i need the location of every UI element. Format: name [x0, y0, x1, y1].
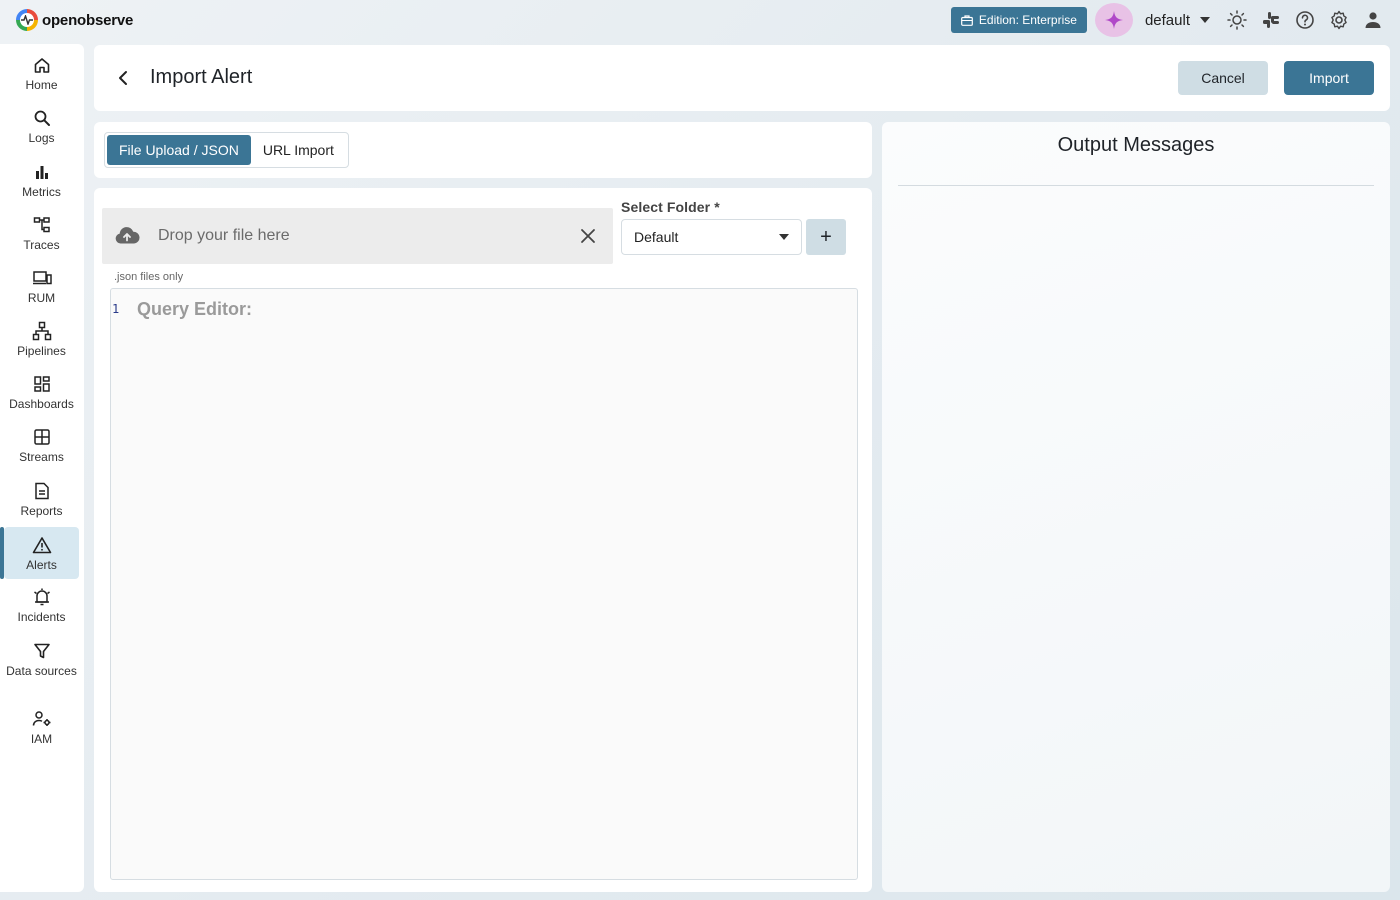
sidebar-item-incidents[interactable]: Incidents [4, 586, 79, 630]
tab-url-import[interactable]: URL Import [251, 135, 346, 165]
cancel-button[interactable]: Cancel [1178, 61, 1268, 95]
edition-pill: Edition: Enterprise [947, 4, 1089, 36]
sidebar-item-streams[interactable]: Streams [4, 426, 79, 470]
user-icon [1365, 12, 1381, 28]
devices-icon [32, 267, 52, 289]
file-dropzone[interactable]: Drop your file here [102, 208, 613, 264]
settings-button[interactable] [1322, 4, 1356, 36]
back-button[interactable] [114, 67, 132, 89]
profile-button[interactable] [1356, 4, 1390, 36]
sidebar-item-rum[interactable]: RUM [4, 267, 79, 311]
sidebar-item-iam[interactable]: IAM [4, 708, 79, 752]
sidebar-item-label: Traces [23, 238, 60, 252]
json-editor[interactable]: 1 Query Editor: [110, 288, 858, 880]
document-icon [34, 480, 50, 502]
sidebar-item-label: Home [25, 78, 58, 92]
edition-button[interactable]: Edition: Enterprise [950, 7, 1087, 33]
sidebar-item-label: Dashboards [9, 397, 74, 411]
tab-file-upload-json[interactable]: File Upload / JSON [107, 135, 251, 165]
sidebar-item-label: Alerts [26, 558, 57, 572]
sidebar-item-pipelines[interactable]: Pipelines [4, 320, 79, 364]
cloud-upload-icon [114, 225, 140, 250]
editor-placeholder: Query Editor: [137, 299, 253, 319]
output-messages-panel: Output Messages [882, 122, 1390, 892]
sparkle-icon [1104, 11, 1123, 29]
sidebar-item-home[interactable]: Home [4, 54, 79, 98]
chevron-down-icon [779, 234, 789, 240]
add-folder-button[interactable]: + [806, 219, 846, 255]
line-number: 1 [112, 302, 120, 316]
page-header: Import Alert Cancel Import [94, 45, 1390, 111]
import-mode-tabs: File Upload / JSON URL Import [104, 132, 349, 168]
sidebar-item-traces[interactable]: Traces [4, 214, 79, 258]
import-mode-card: File Upload / JSON URL Import [94, 122, 872, 178]
chevron-down-icon [1200, 17, 1210, 23]
chevron-left-icon [119, 71, 127, 85]
sidebar-item-label: Data sources [6, 664, 77, 678]
sidebar-item-label: Pipelines [17, 344, 66, 358]
gear-icon [1331, 10, 1347, 30]
sidebar-item-label: Metrics [22, 185, 61, 199]
divider [898, 185, 1374, 186]
theme-toggle-button[interactable] [1220, 4, 1254, 36]
briefcase-icon [960, 14, 973, 26]
alarm-icon [32, 586, 52, 608]
dropzone-label: Drop your file here [158, 227, 290, 244]
edition-label: Edition: Enterprise [978, 13, 1077, 27]
grid-icon [33, 426, 51, 448]
sidebar-item-alerts[interactable]: Alerts [0, 527, 79, 579]
sidebar-item-metrics[interactable]: Metrics [4, 161, 79, 205]
file-type-hint: .json files only [114, 271, 184, 283]
help-button[interactable] [1288, 4, 1322, 36]
sidebar-item-data-sources[interactable]: Data sources [4, 640, 79, 698]
sidebar-item-label: RUM [27, 291, 56, 305]
top-bar: openobserve Edition: Enterprise default [0, 0, 1400, 40]
folder-select[interactable]: Default [621, 219, 802, 255]
sidebar-item-label: IAM [30, 732, 53, 746]
sidebar-item-label: Reports [20, 504, 63, 518]
warning-icon [32, 534, 52, 556]
logo-text: openobserve [42, 11, 134, 29]
folder-label: Select Folder * [621, 199, 720, 215]
sidebar-item-label: Logs [28, 131, 55, 145]
logo-icon [16, 9, 38, 31]
close-icon[interactable] [579, 227, 597, 250]
traces-icon [33, 214, 51, 236]
sidebar-item-dashboards[interactable]: Dashboards [4, 373, 79, 417]
org-selector[interactable]: default [1145, 12, 1210, 29]
app-logo[interactable]: openobserve [16, 9, 133, 31]
sun-icon [1227, 10, 1247, 30]
help-icon [1296, 11, 1314, 29]
sidebar-item-logs[interactable]: Logs [4, 107, 79, 151]
home-icon [33, 54, 51, 76]
users-gear-icon [32, 708, 52, 730]
slack-icon [1263, 12, 1279, 28]
folder-select-value: Default [634, 229, 679, 245]
upload-card: Drop your file here .json files only Sel… [94, 188, 872, 892]
output-title: Output Messages [1057, 134, 1215, 156]
sidebar-item-reports[interactable]: Reports [4, 480, 79, 524]
pipelines-icon [32, 320, 52, 342]
import-button[interactable]: Import [1284, 61, 1374, 95]
org-name: default [1144, 11, 1190, 29]
slack-button[interactable] [1254, 4, 1288, 36]
sidebar-item-label: Incidents [17, 610, 66, 624]
filter-icon [33, 640, 51, 662]
page-title: Import Alert [150, 66, 253, 88]
search-icon [33, 107, 51, 129]
dashboard-icon [33, 373, 51, 395]
bar-chart-icon [33, 161, 51, 183]
ai-assistant-button[interactable] [1094, 3, 1133, 37]
sidebar: Home Logs Metrics Traces RUM Pipelines D… [0, 44, 84, 892]
top-right-toolbar: Edition: Enterprise default [947, 3, 1390, 37]
sidebar-item-label: Streams [19, 450, 64, 464]
